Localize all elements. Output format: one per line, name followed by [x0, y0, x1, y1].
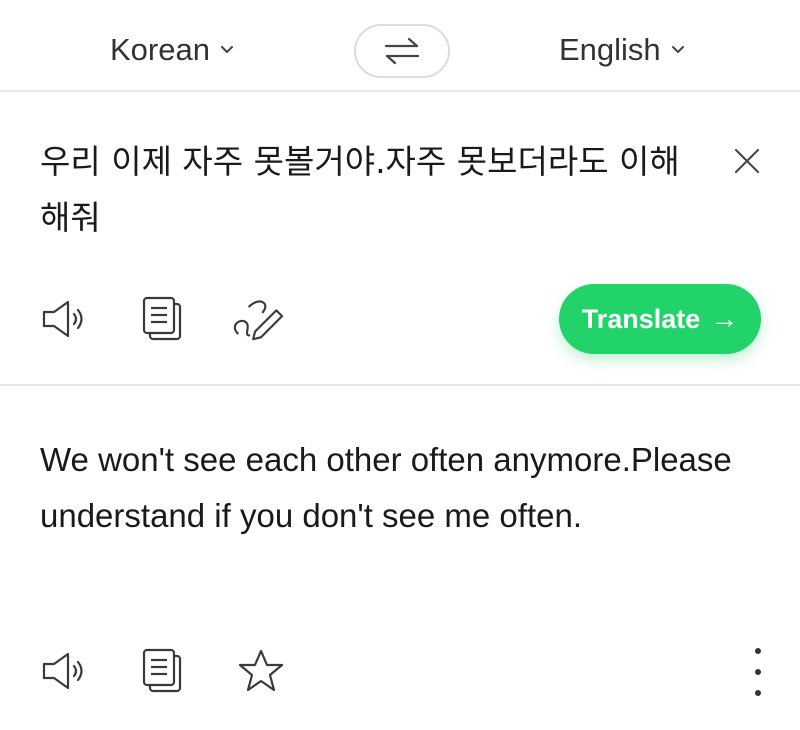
copy-icon — [142, 648, 182, 693]
source-language-label: Korean — [110, 32, 210, 67]
source-copy-button[interactable] — [135, 292, 189, 346]
translate-button[interactable]: Translate → — [559, 284, 761, 354]
target-language-label: English — [559, 32, 661, 67]
handwriting-icon — [233, 300, 284, 341]
chevron-down-icon — [671, 46, 684, 53]
source-listen-button[interactable] — [38, 292, 92, 346]
more-vertical-icon — [755, 669, 761, 675]
source-text-input[interactable]: 우리 이제 자주 못볼거야.자주 못보더라도 이해해줘 — [40, 134, 700, 246]
arrow-right-icon: → — [710, 303, 739, 334]
close-icon — [735, 149, 759, 173]
result-copy-button[interactable] — [135, 644, 189, 698]
translation-result-text: We won't see each other often anymore.Pl… — [40, 441, 732, 534]
swap-languages-button[interactable] — [354, 24, 450, 78]
more-options-button[interactable] — [742, 648, 774, 696]
more-vertical-icon — [755, 690, 761, 696]
target-language-selector[interactable]: English — [559, 32, 685, 68]
language-bar: Korean English — [0, 0, 800, 92]
section-divider — [0, 384, 800, 386]
speaker-icon — [42, 652, 83, 690]
chevron-down-icon — [220, 46, 233, 53]
handwriting-input-button[interactable] — [230, 292, 284, 346]
speaker-icon — [42, 300, 83, 338]
more-vertical-icon — [755, 648, 761, 654]
clear-text-button[interactable] — [732, 146, 762, 176]
source-language-selector[interactable]: Korean — [110, 32, 234, 68]
translate-button-label: Translate — [581, 303, 701, 334]
swap-arrows-icon — [384, 37, 420, 65]
result-listen-button[interactable] — [38, 644, 92, 698]
star-icon — [238, 649, 284, 692]
copy-icon — [142, 296, 182, 341]
favorite-button[interactable] — [234, 644, 288, 698]
